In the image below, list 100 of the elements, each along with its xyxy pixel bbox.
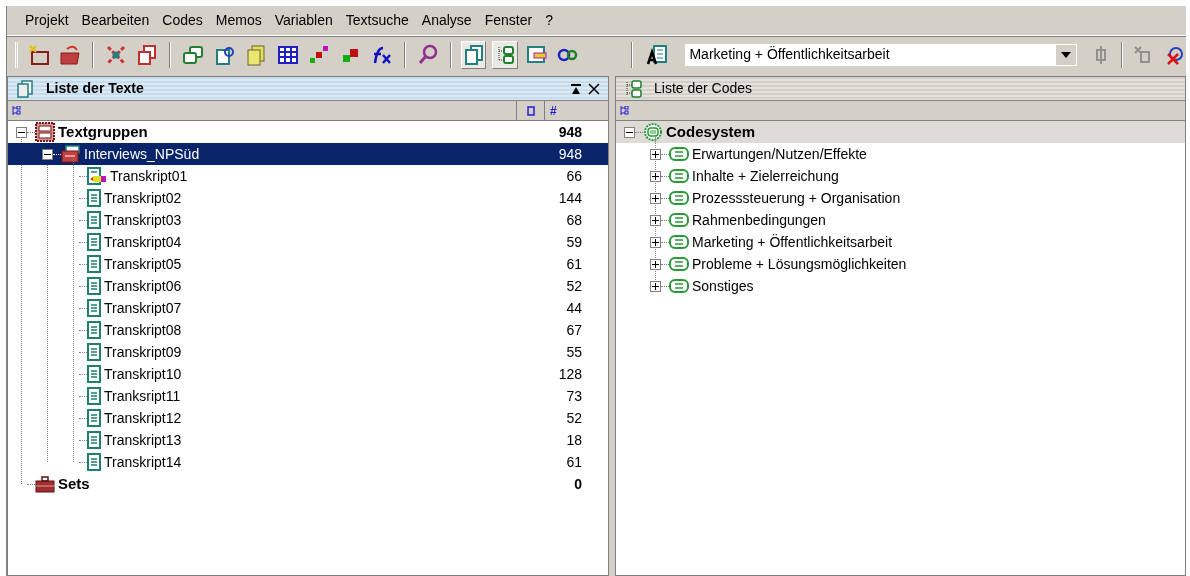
tree-label[interactable]: Inhalte + Zielerreichung <box>692 165 839 187</box>
tree-label[interactable]: Transkript08 <box>104 319 182 341</box>
tree-label[interactable]: Rahmenbedingungen <box>692 209 826 231</box>
code-system-icon <box>643 122 663 142</box>
close-icon[interactable] <box>588 82 600 95</box>
tree-label[interactable]: Transkript10 <box>104 363 182 385</box>
tree-row[interactable]: Transkript13 18 <box>8 429 608 451</box>
expand-toggle[interactable] <box>650 170 661 182</box>
menu-item[interactable]: Textsuche <box>345 10 409 31</box>
pages-icon <box>16 79 34 98</box>
cabinet-icon <box>35 122 55 142</box>
squares-icon[interactable] <box>308 43 331 66</box>
tree-row[interactable]: Sets 0 <box>8 473 608 495</box>
expand-toggle[interactable] <box>650 148 661 160</box>
count-cell-text: 18 <box>566 430 582 450</box>
menu-item[interactable]: Variablen <box>274 10 333 31</box>
tree-label[interactable]: Codesystem <box>666 120 756 144</box>
tree-label[interactable]: Sets <box>58 472 90 496</box>
count-cell-text: 44 <box>566 298 582 318</box>
expand-toggle[interactable] <box>650 192 661 204</box>
tree-label[interactable]: Transkript09 <box>104 341 182 363</box>
tree-row[interactable]: Inhalte + Zielerreichung <box>616 165 1185 187</box>
tree-label[interactable]: Textgruppen <box>58 120 148 144</box>
tree-row[interactable]: Probleme + Lösungsmöglichkeiten <box>616 253 1185 275</box>
tree-label[interactable]: Transkript14 <box>104 451 182 473</box>
tree-row[interactable]: Transkript05 61 <box>8 253 608 275</box>
cross-icon[interactable] <box>104 43 127 66</box>
tree-icon <box>620 106 629 115</box>
column-header[interactable]: # <box>550 101 557 120</box>
tree-label[interactable]: Erwartungen/Nutzen/Effekte <box>692 143 867 165</box>
new-folder-icon[interactable] <box>27 43 50 66</box>
expand-toggle[interactable] <box>650 236 661 248</box>
tree-row[interactable]: Transkript08 67 <box>8 319 608 341</box>
expand-toggle[interactable] <box>650 214 661 226</box>
grid-icon[interactable] <box>276 43 299 66</box>
tree-row[interactable]: Transkript14 61 <box>8 451 608 473</box>
tree-row[interactable]: Transkript04 59 <box>8 231 608 253</box>
tree-label[interactable]: Transkript12 <box>104 407 182 429</box>
code-dropdown[interactable]: Marketing + Öffentlichkeitsarbeit <box>684 42 1078 67</box>
selected-tree-row[interactable]: Interviews_NPSüd 948 <box>8 143 608 165</box>
document-icon <box>87 299 101 317</box>
browser-window-icon[interactable] <box>525 43 548 66</box>
plus-icon <box>652 260 659 268</box>
plus-icon <box>652 194 659 202</box>
tree-row[interactable]: Transkript02 144 <box>8 187 608 209</box>
collapse-toggle[interactable] <box>42 148 53 160</box>
menu-item[interactable]: Codes <box>162 10 203 31</box>
document-icon <box>87 321 101 339</box>
tree-label[interactable]: Sonstiges <box>692 275 754 297</box>
tree-row[interactable]: Transkript12 52 <box>8 407 608 429</box>
tree-label[interactable]: Tranksript11 <box>104 385 181 407</box>
search-icon[interactable] <box>416 43 439 66</box>
tree-label[interactable]: Transkript05 <box>104 253 182 275</box>
expand-toggle[interactable] <box>650 280 661 292</box>
windows-icon[interactable] <box>136 43 159 66</box>
tree-row[interactable]: Prozesssteuerung + Organisation <box>616 187 1185 209</box>
menu-item[interactable]: Analyse <box>421 10 472 31</box>
tree-label[interactable]: Transkript01 <box>110 165 188 187</box>
tree-row[interactable]: Codesystem <box>616 121 1185 143</box>
tree-row[interactable]: Transkript01 66 <box>8 165 608 187</box>
pin-up-icon[interactable] <box>570 82 582 95</box>
text-code-icon[interactable] <box>646 43 669 66</box>
tree-label[interactable]: Transkript02 <box>104 187 182 209</box>
tree-row[interactable]: Tranksript11 73 <box>8 385 608 407</box>
square-icon[interactable] <box>526 105 535 116</box>
code-icon <box>669 279 689 293</box>
linked-windows-icon[interactable] <box>182 43 204 66</box>
tree-row[interactable]: Erwartungen/Nutzen/Effekte <box>616 143 1185 165</box>
tree-label[interactable]: Transkript03 <box>104 209 182 231</box>
count-cell-text: 948 <box>558 122 582 142</box>
tree-label[interactable]: Transkript04 <box>104 231 182 253</box>
tree-label[interactable]: Transkript06 <box>104 275 182 297</box>
code-icon <box>669 147 689 161</box>
tree-row[interactable]: Transkript07 44 <box>8 297 608 319</box>
document-icon <box>87 233 101 251</box>
tree-label[interactable]: Prozesssteuerung + Organisation <box>692 187 901 209</box>
tree-row[interactable]: Transkript10 128 <box>8 363 608 385</box>
menu-item[interactable]: Bearbeiten <box>81 10 150 31</box>
tree-label[interactable]: Transkript13 <box>104 429 182 451</box>
collapse-toggle[interactable] <box>624 126 635 138</box>
menu-item[interactable]: Fenster <box>484 10 533 31</box>
pages-icon[interactable] <box>462 43 485 66</box>
tree-row[interactable]: Textgruppen 948 <box>8 121 608 143</box>
tree-label[interactable]: Marketing + Öffentlichkeitsarbeit <box>692 231 893 253</box>
briefcase-icon <box>35 475 55 493</box>
tree-row[interactable]: Transkript06 52 <box>8 275 608 297</box>
collapse-toggle[interactable] <box>16 126 27 138</box>
menu-item[interactable]: Memos <box>215 10 262 31</box>
tree-row[interactable]: Marketing + Öffentlichkeitsarbeit <box>616 231 1185 253</box>
menu-item[interactable]: Projekt <box>25 10 69 31</box>
menu-item[interactable]: ? <box>545 10 553 31</box>
tree-row[interactable]: Rahmenbedingungen <box>616 209 1185 231</box>
document-icon <box>87 453 101 471</box>
tree-label[interactable]: Transkript07 <box>104 297 182 319</box>
expand-toggle[interactable] <box>650 258 661 270</box>
tree-label[interactable]: Probleme + Lösungsmöglichkeiten <box>692 253 907 275</box>
tree-row[interactable]: Transkript09 55 <box>8 341 608 363</box>
tree-row[interactable]: Sonstiges <box>616 275 1185 297</box>
tree-row[interactable]: Transkript03 68 <box>8 209 608 231</box>
open-folder-icon[interactable] <box>59 43 82 66</box>
